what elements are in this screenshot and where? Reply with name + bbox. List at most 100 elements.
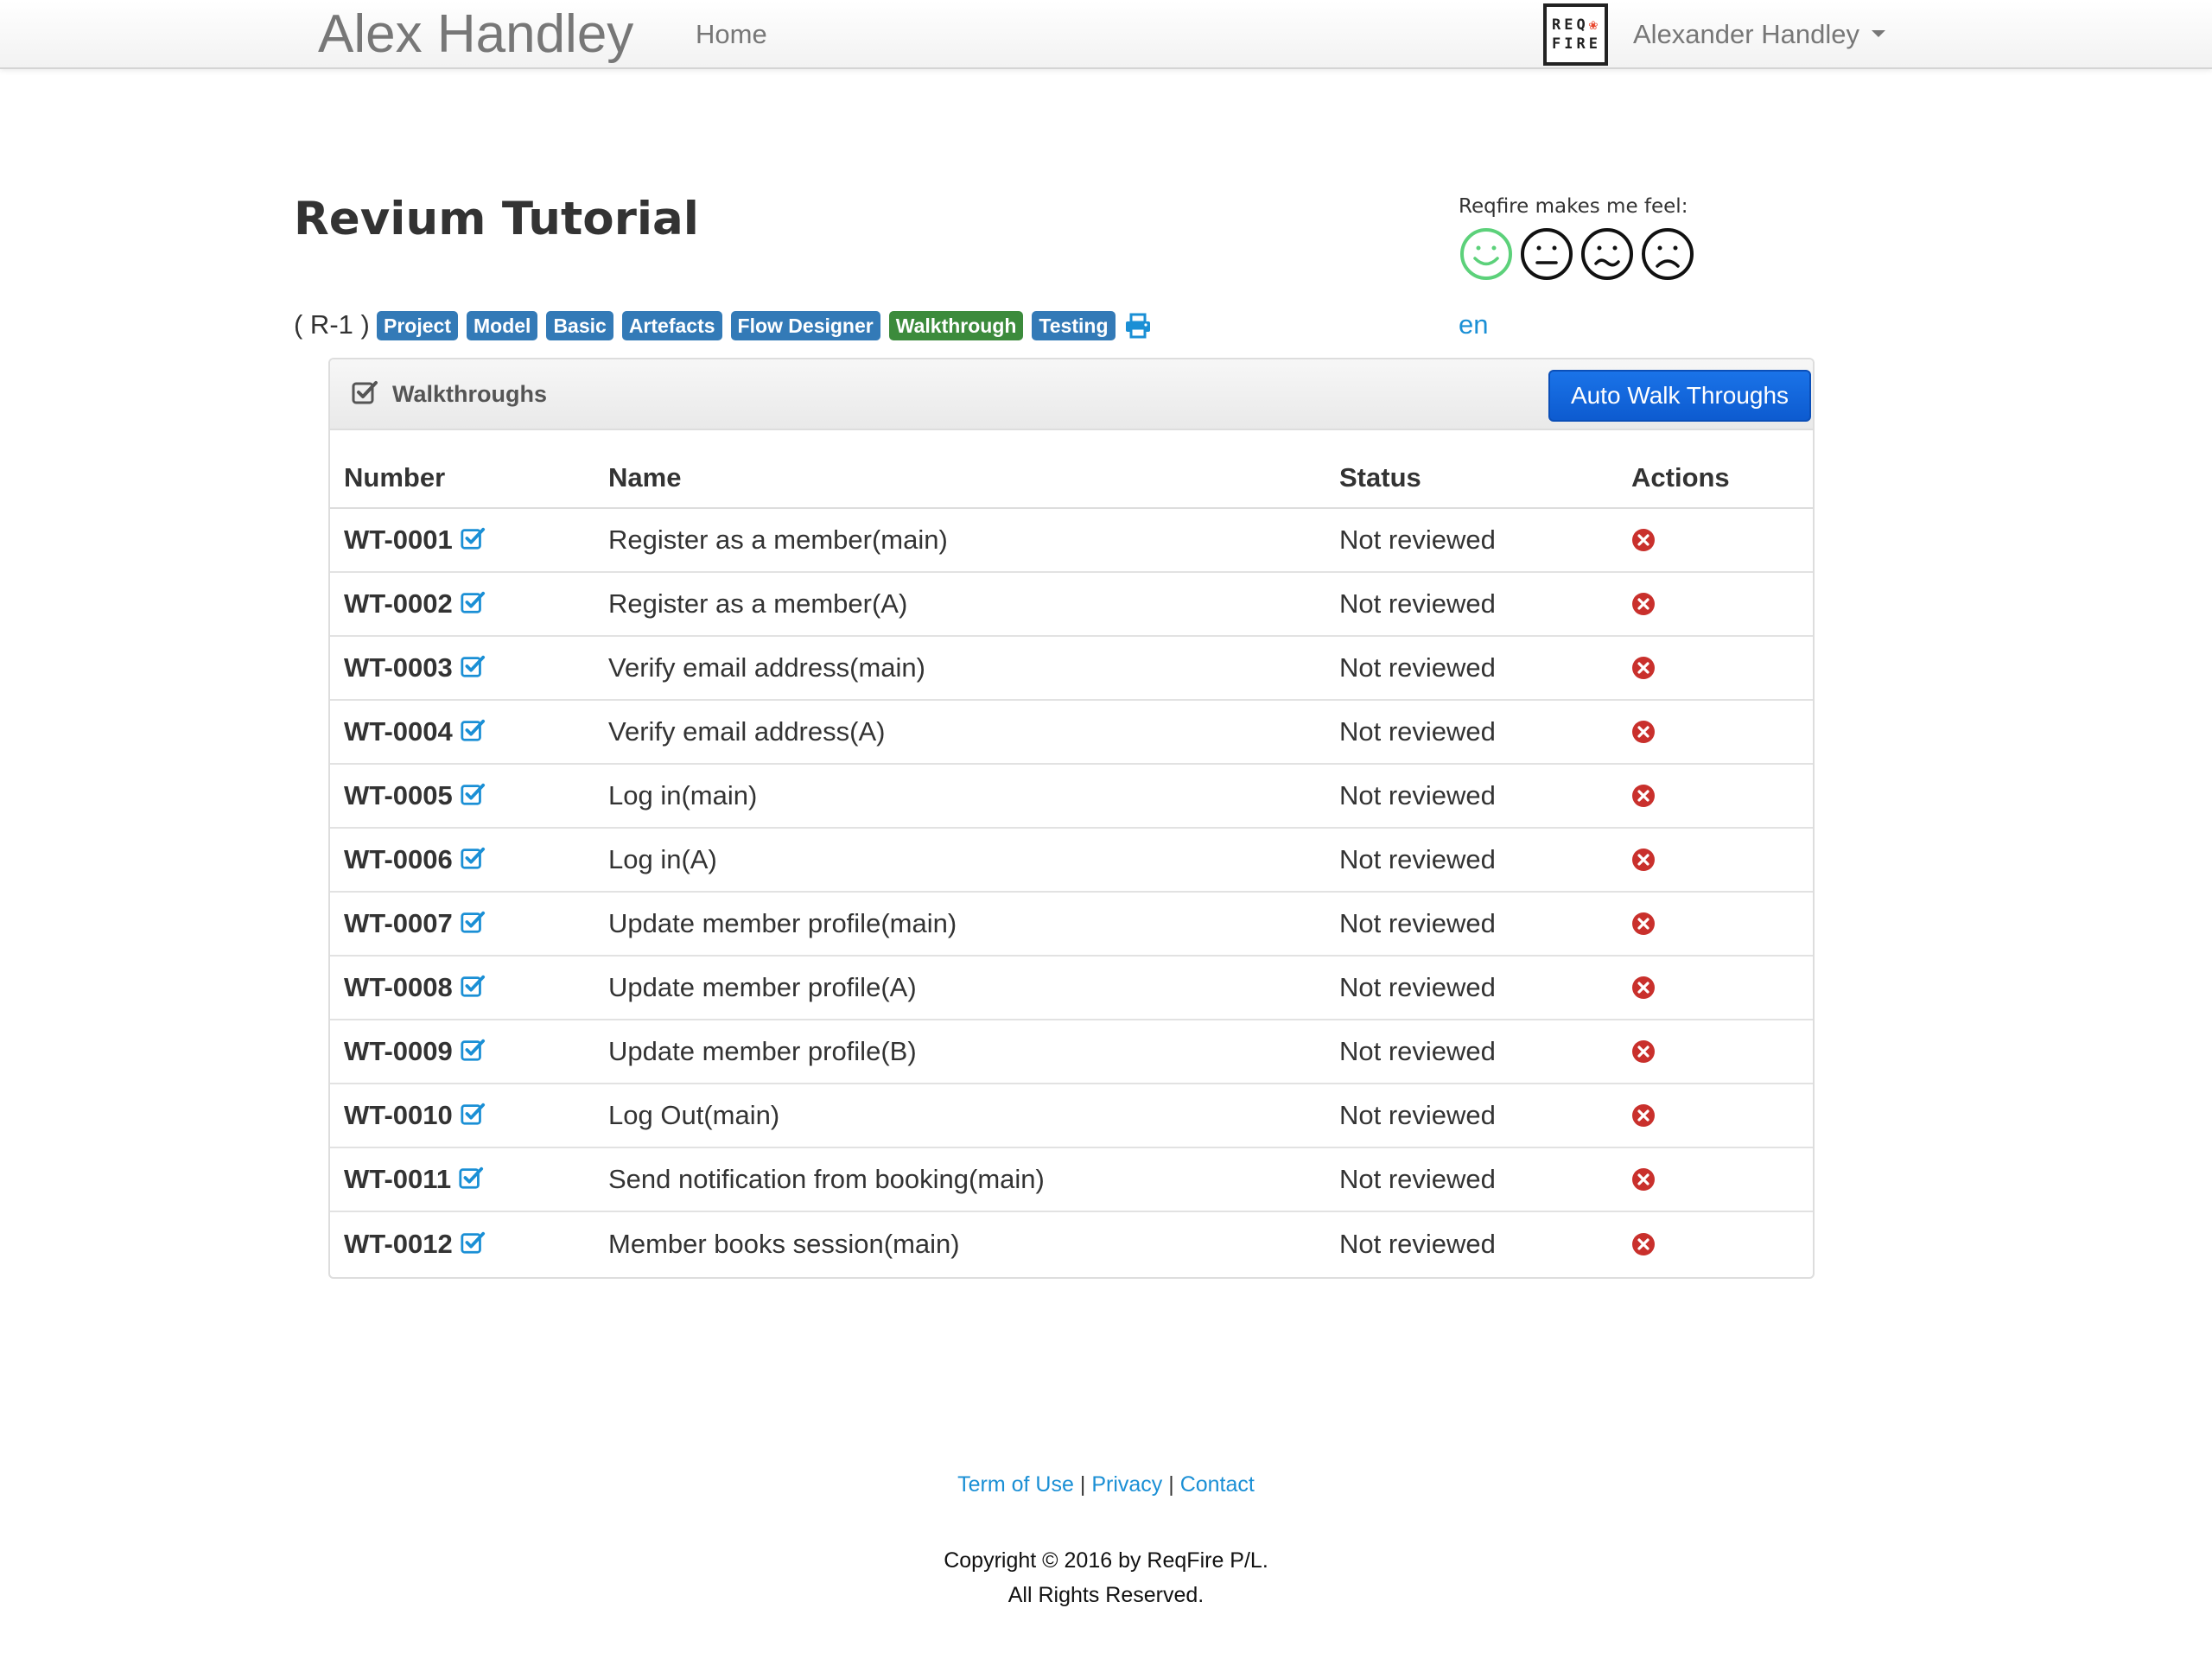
tab-model[interactable]: Model — [466, 311, 538, 340]
edit-checkbox-icon[interactable] — [460, 1230, 486, 1255]
table-row: WT-0006 Log in(A) Not reviewed — [330, 828, 1813, 893]
feedback-label: Reqfire makes me feel: — [1459, 195, 1688, 218]
delete-icon[interactable] — [1631, 784, 1656, 808]
edit-checkbox-icon[interactable] — [460, 909, 486, 935]
tab-flow-designer[interactable]: Flow Designer — [730, 311, 880, 340]
tab-testing[interactable]: Testing — [1032, 311, 1116, 340]
project-id: ( R-1 ) — [294, 309, 370, 340]
auto-walk-throughs-button[interactable]: Auto Walk Throughs — [1548, 370, 1811, 422]
language-link[interactable]: en — [1459, 308, 1488, 341]
delete-icon[interactable] — [1631, 976, 1656, 1000]
copyright-line-2: All Rights Reserved. — [1007, 1583, 1205, 1607]
number-cell: WT-0002 — [330, 572, 594, 637]
actions-cell — [1618, 892, 1813, 957]
table-row: WT-0010 Log Out(main) Not reviewed — [330, 1084, 1813, 1148]
delete-icon[interactable] — [1631, 528, 1656, 552]
delete-icon[interactable] — [1631, 592, 1656, 616]
name-cell: Log in(A) — [594, 828, 1325, 893]
table-row: WT-0005 Log in(main) Not reviewed — [330, 764, 1813, 829]
name-cell: Update member profile(B) — [594, 1020, 1325, 1084]
number-cell: WT-0001 — [330, 508, 594, 573]
panel-heading: Walkthroughs Auto Walk Throughs — [330, 359, 1813, 430]
name-cell: Verify email address(A) — [594, 700, 1325, 765]
column-header-number[interactable]: Number — [330, 432, 594, 509]
name-cell: Update member profile(A) — [594, 956, 1325, 1020]
edit-checkbox-icon[interactable] — [460, 781, 486, 807]
status-cell: Not reviewed — [1325, 764, 1618, 829]
delete-icon[interactable] — [1631, 1039, 1656, 1064]
name-cell: Verify email address(main) — [594, 636, 1325, 701]
name-cell: Register as a member(main) — [594, 508, 1325, 573]
walkthrough-number: WT-0007 — [344, 908, 453, 938]
brand-link[interactable]: Alex Handley — [318, 2, 633, 67]
status-cell: Not reviewed — [1339, 1228, 1496, 1259]
walkthrough-number: WT-0011 — [344, 1164, 452, 1194]
tab-project[interactable]: Project — [377, 311, 458, 340]
contact-link[interactable]: Contact — [1180, 1472, 1255, 1497]
status-cell: Not reviewed — [1325, 508, 1618, 573]
tab-basic[interactable]: Basic — [546, 311, 613, 340]
copyright: Copyright © 2016 by ReqFire P/L. All Rig… — [0, 1543, 2212, 1612]
walkthrough-number: WT-0008 — [344, 972, 453, 1002]
status-cell: Not reviewed — [1325, 636, 1618, 701]
panel-title: Walkthroughs — [392, 381, 547, 407]
number-cell: WT-0007 — [330, 892, 594, 957]
delete-icon[interactable] — [1631, 912, 1656, 936]
table-row: WT-0001 Register as a member(main) Not rev… — [330, 508, 1813, 573]
delete-icon[interactable] — [1631, 1103, 1656, 1128]
footer-separator: | — [1168, 1472, 1174, 1497]
module-tabs: Project Model Basic Artefacts Flow Designer W… — [377, 311, 1152, 340]
happy-face-icon[interactable] — [1459, 226, 1514, 282]
edit-checkbox-icon[interactable] — [460, 589, 486, 615]
edit-checkbox-icon[interactable] — [460, 1037, 486, 1063]
column-header-status[interactable]: Status — [1325, 432, 1618, 509]
sad-face-icon[interactable] — [1640, 226, 1695, 282]
name-cell: Register as a member(A) — [594, 572, 1325, 637]
terms-link[interactable]: Term of Use — [957, 1472, 1074, 1497]
edit-checkbox-icon[interactable] — [460, 717, 486, 743]
edit-checkbox-icon[interactable] — [460, 653, 486, 679]
delete-icon[interactable] — [1631, 1232, 1656, 1256]
tab-walkthrough[interactable]: Walkthrough — [888, 311, 1024, 340]
column-header-name[interactable]: Name — [594, 432, 1325, 509]
checkbox-checked-icon — [352, 381, 378, 404]
walkthrough-number: WT-0005 — [344, 780, 453, 810]
delete-icon[interactable] — [1631, 656, 1656, 680]
edit-checkbox-icon[interactable] — [460, 525, 486, 551]
logo-line-1: REQ — [1552, 16, 1589, 34]
edit-checkbox-icon[interactable] — [460, 1101, 486, 1127]
print-icon[interactable] — [1124, 312, 1152, 340]
number-cell: WT-0008 — [330, 956, 594, 1020]
status-cell: Not reviewed — [1325, 572, 1618, 637]
user-menu-dropdown[interactable]: Alexander Handley — [1633, 17, 1885, 52]
edit-checkbox-icon[interactable] — [460, 973, 486, 999]
tab-artefacts[interactable]: Artefacts — [621, 311, 722, 340]
actions-cell — [1618, 1211, 1813, 1275]
privacy-link[interactable]: Privacy — [1091, 1472, 1162, 1497]
neutral-face-icon[interactable] — [1519, 226, 1574, 282]
worried-face-icon[interactable] — [1580, 226, 1635, 282]
walkthrough-number: WT-0002 — [344, 588, 453, 619]
walkthroughs-panel: Walkthroughs Auto Walk Throughs Number N… — [328, 358, 1815, 1279]
edit-checkbox-icon[interactable] — [458, 1165, 484, 1191]
walkthrough-number: WT-0004 — [344, 716, 453, 747]
table-row: WT-0008 Update member profile(A) Not revie… — [330, 956, 1813, 1020]
walkthrough-number: WT-0010 — [344, 1100, 453, 1130]
edit-checkbox-icon[interactable] — [460, 845, 486, 871]
delete-icon[interactable] — [1631, 720, 1656, 744]
table-row: WT-0007 Update member profile(main) Not re… — [330, 892, 1813, 957]
number-cell: WT-0003 — [330, 636, 594, 701]
walkthrough-number: WT-0009 — [344, 1036, 453, 1066]
number-cell: WT-0006 — [330, 828, 594, 893]
nav-home-link[interactable]: Home — [696, 17, 767, 52]
walkthrough-number: WT-0006 — [344, 844, 453, 874]
flame-icon: ❀ — [1588, 16, 1601, 34]
name-cell: Member books session(main) — [608, 1228, 960, 1259]
status-cell: Not reviewed — [1325, 700, 1618, 765]
number-cell: WT-0011 — [330, 1147, 594, 1212]
status-cell: Not reviewed — [1325, 1020, 1618, 1084]
delete-icon[interactable] — [1631, 1167, 1656, 1192]
page-title: Revium Tutorial — [294, 193, 699, 245]
delete-icon[interactable] — [1631, 848, 1656, 872]
column-header-actions: Actions — [1618, 432, 1813, 509]
